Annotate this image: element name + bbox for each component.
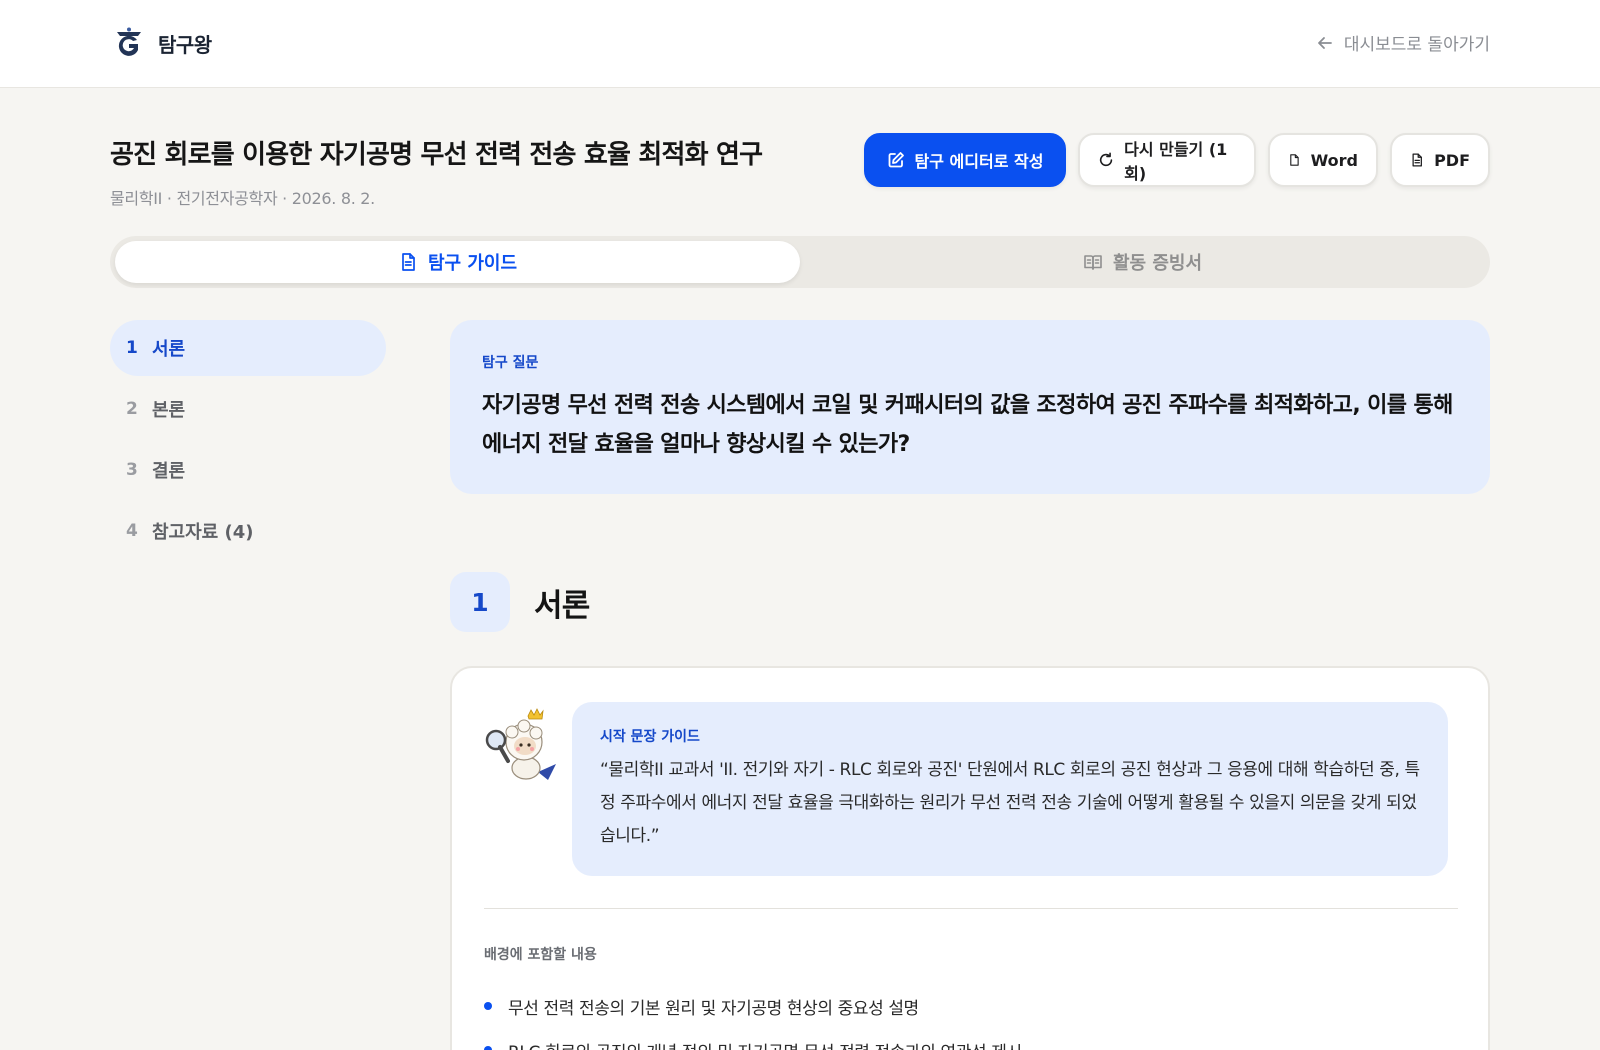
bullet-dot xyxy=(484,1002,492,1010)
document-icon xyxy=(402,253,415,271)
write-in-editor-button[interactable]: 탐구 에디터로 작성 xyxy=(864,133,1066,187)
toc-item-label: 본론 xyxy=(152,400,186,421)
back-to-dashboard-link[interactable]: 대시보드로 돌아가기 xyxy=(1316,30,1490,55)
regenerate-label: 다시 만들기 (1회) xyxy=(1124,140,1228,183)
action-toolbar: 탐구 에디터로 작성 다시 만들기 (1회) Word PDF xyxy=(864,133,1490,187)
view-tabs: 탐구 가이드 활동 증빙서 xyxy=(110,236,1490,288)
page-title: 공진 회로를 이용한 자기공명 무선 전력 전송 효율 최적화 연구 xyxy=(110,140,763,170)
section-heading: 1 서론 xyxy=(450,572,590,632)
divider xyxy=(484,908,1458,909)
file-icon xyxy=(1290,154,1299,166)
start-sentence-label: 시작 문장 가이드 xyxy=(600,729,700,745)
pdf-label: PDF xyxy=(1434,150,1470,170)
list-item-text: RLC 회로의 공진의 개념 정의 및 자기공명 무선 전력 전송과의 연관성 … xyxy=(508,1038,1022,1050)
download-pdf-button[interactable]: PDF xyxy=(1390,133,1490,187)
toc-item-conclusion[interactable]: 3 결론 xyxy=(110,442,386,498)
list-item-text: 무선 전력 전송의 기본 원리 및 자기공명 현상의 중요성 설명 xyxy=(508,998,919,1019)
download-word-button[interactable]: Word xyxy=(1268,133,1378,187)
toc-item-number: 4 xyxy=(126,521,138,541)
list-item: 무선 전력 전송의 기본 원리 및 자기공명 현상의 중요성 설명 xyxy=(484,984,1458,1028)
book-icon xyxy=(1084,255,1102,270)
refresh-icon xyxy=(1099,152,1113,167)
list-item: RLC 회로의 공진의 개념 정의 및 자기공명 무선 전력 전송과의 연관성 … xyxy=(484,1028,1458,1050)
section-title: 서론 xyxy=(534,587,590,624)
toc-item-number: 3 xyxy=(126,460,138,480)
regenerate-button[interactable]: 다시 만들기 (1회) xyxy=(1078,133,1256,187)
page-meta: 물리학II · 전기전자공학자 · 2026. 8. 2. xyxy=(110,189,375,208)
edit-icon xyxy=(888,152,904,168)
bullet-dot xyxy=(484,1046,492,1050)
sheep-mascot-icon xyxy=(485,708,556,780)
tab-activity-certificate-label: 활동 증빙서 xyxy=(1112,253,1203,274)
toc-item-label: 참고자료 (4) xyxy=(152,522,254,543)
start-sentence-bubble: 시작 문장 가이드 “물리학II 교과서 'II. 전기와 자기 - RLC 회… xyxy=(572,702,1448,876)
back-link-label: 대시보드로 돌아가기 xyxy=(1343,35,1490,55)
toc-item-label: 서론 xyxy=(152,339,186,360)
toc-item-references[interactable]: 4 참고자료 (4) xyxy=(110,503,386,559)
write-in-editor-label: 탐구 에디터로 작성 xyxy=(914,152,1044,171)
word-label: Word xyxy=(1310,150,1358,170)
arrow-left-icon xyxy=(1317,36,1332,49)
page-title-block: 공진 회로를 이용한 자기공명 무선 전력 전송 효율 최적화 연구 물리학II… xyxy=(110,134,830,209)
toc-item-number: 1 xyxy=(126,338,138,358)
start-sentence-text: “물리학II 교과서 'II. 전기와 자기 - RLC 회로와 공진' 단원에… xyxy=(600,760,1420,846)
file-text-icon xyxy=(1412,153,1422,167)
app-header: 탐구왕 대시보드로 돌아가기 xyxy=(0,0,1600,88)
tab-activity-certificate[interactable]: 활동 증빙서 xyxy=(800,241,1485,283)
app-logo[interactable]: 탐구왕 xyxy=(112,26,212,60)
tab-inquiry-guide[interactable]: 탐구 가이드 xyxy=(115,241,800,283)
toc-item-body[interactable]: 2 본론 xyxy=(110,381,386,437)
inquiry-question-box: 탐구 질문 자기공명 무선 전력 전송 시스템에서 코일 및 커패시터의 값을 … xyxy=(450,320,1490,494)
inquiry-question-text: 자기공명 무선 전력 전송 시스템에서 코일 및 커패시터의 값을 조정하여 공… xyxy=(482,393,1453,457)
section-guide-card: 시작 문장 가이드 “물리학II 교과서 'II. 전기와 자기 - RLC 회… xyxy=(450,666,1490,1050)
inquiry-question-label: 탐구 질문 xyxy=(482,355,539,371)
toc-item-introduction[interactable]: 1 서론 xyxy=(110,320,386,376)
toc-item-number: 2 xyxy=(126,399,138,419)
section-number-badge: 1 xyxy=(450,572,510,632)
app-name: 탐구왕 xyxy=(158,32,212,57)
table-of-contents: 1 서론 2 본론 3 결론 4 참고자료 (4) xyxy=(110,320,386,564)
logo-mark-icon xyxy=(117,27,141,56)
toc-item-label: 결론 xyxy=(152,461,186,482)
background-content-list: 무선 전력 전송의 기본 원리 및 자기공명 현상의 중요성 설명 RLC 회로… xyxy=(484,984,1458,1050)
background-content-label: 배경에 포함할 내용 xyxy=(484,947,597,963)
tab-inquiry-guide-label: 탐구 가이드 xyxy=(427,253,518,274)
